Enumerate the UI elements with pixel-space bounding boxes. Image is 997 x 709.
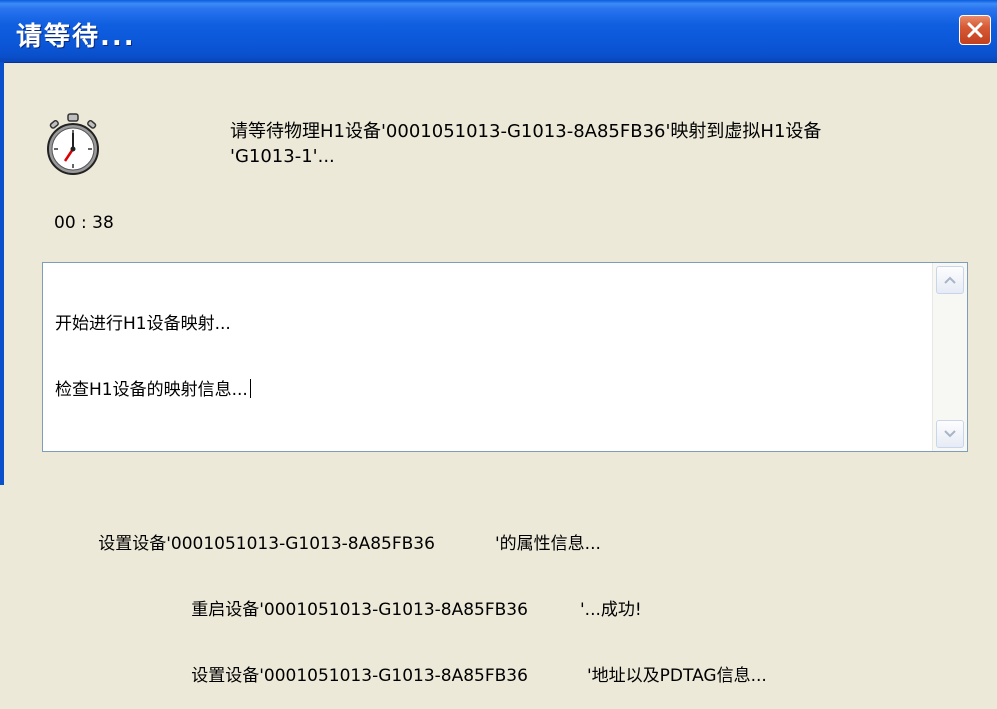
close-icon <box>967 22 983 38</box>
window-title: 请等待... <box>16 22 136 52</box>
log-line-5: 设置设备'0001051013-G1013-8A85FB36 '地址以及PDTAG… <box>191 666 767 686</box>
window-frame <box>0 62 4 485</box>
log-line-4: 重启设备'0001051013-G1013-8A85FB36 '...成功! <box>191 600 642 620</box>
status-message: 请等待物理H1设备'0001051013-G1013-8A85FB36'映射到虚… <box>230 119 950 169</box>
stopwatch-icon <box>47 113 99 175</box>
scroll-up-button[interactable] <box>936 266 964 294</box>
title-bar[interactable]: 请等待... <box>0 0 997 63</box>
message-line-1: 请等待物理H1设备'0001051013-G1013-8A85FB36'映射到虚… <box>230 121 822 142</box>
message-line-2: 'G1013-1'... <box>230 146 335 167</box>
elapsed-timer: 00 : 38 <box>54 213 114 233</box>
wait-dialog: 请等待... 请等待物理H1设备'0001051013-G1013-8A85FB… <box>0 0 997 686</box>
close-button[interactable] <box>959 15 991 45</box>
scroll-down-button[interactable] <box>936 420 964 448</box>
log-textarea[interactable]: 开始进行H1设备映射... 检查H1设备的映射信息... 设置设备'000105… <box>42 262 968 686</box>
text-caret <box>249 379 251 398</box>
scroll-up-arrow-icon <box>944 276 956 284</box>
log-line-blank <box>55 445 927 467</box>
scroll-down-arrow-icon <box>944 430 956 438</box>
log-line-3: 设置设备'0001051013-G1013-8A85FB36 '的属性信息... <box>98 534 601 554</box>
vertical-scrollbar[interactable] <box>932 263 967 451</box>
log-line-2: 检查H1设备的映射信息... <box>55 379 927 401</box>
log-line-1: 开始进行H1设备映射... <box>55 314 231 334</box>
